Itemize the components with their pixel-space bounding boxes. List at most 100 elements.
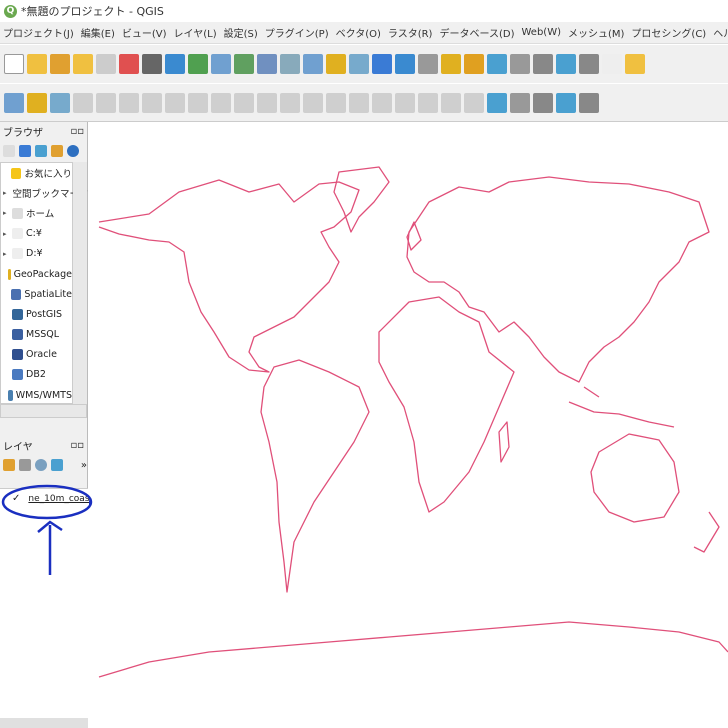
add-layer-icon[interactable] <box>3 145 15 157</box>
toolbar-button-icon[interactable] <box>142 92 162 113</box>
toolbar-button-icon[interactable] <box>418 92 438 113</box>
expand-arrow-icon[interactable]: ▸ <box>3 250 9 258</box>
toolbar-button-icon[interactable] <box>326 92 346 113</box>
browser-item[interactable]: Oracle <box>1 345 72 365</box>
map-canvas[interactable] <box>89 122 728 718</box>
toolbar-button-icon[interactable] <box>303 92 323 113</box>
toolbar-button-icon[interactable] <box>464 92 484 113</box>
toolbar-button-icon[interactable] <box>441 92 461 113</box>
browser-item[interactable]: SpatiaLite <box>1 284 72 304</box>
menu-item[interactable]: ラスタ(R) <box>388 25 433 40</box>
toolbar-button-icon[interactable] <box>234 54 254 74</box>
toolbar-button-icon[interactable] <box>211 92 231 113</box>
browser-item[interactable]: ▸ C:¥ <box>1 224 72 244</box>
toolbar-button-icon[interactable] <box>349 92 369 113</box>
browser-item[interactable]: ▸ D:¥ <box>1 244 72 264</box>
browser-item[interactable]: PostGIS <box>1 304 72 324</box>
toolbar-button-icon[interactable] <box>96 54 116 74</box>
toolbar-button-icon[interactable] <box>96 92 116 113</box>
toolbar-button-icon[interactable] <box>280 92 300 113</box>
expand-arrow-icon[interactable]: ▸ <box>3 230 9 238</box>
menu-item[interactable]: データベース(D) <box>439 25 514 40</box>
toolbar-button-icon[interactable] <box>73 92 93 113</box>
filter-icon[interactable] <box>50 459 63 471</box>
toolbar-button-icon[interactable] <box>349 54 369 74</box>
toolbar-button-icon[interactable] <box>464 54 484 74</box>
menu-item[interactable]: 設定(S) <box>224 25 258 40</box>
toolbar-button-icon[interactable] <box>510 92 530 113</box>
menu-item[interactable]: ベクタ(O) <box>336 25 381 40</box>
menu-item[interactable]: プラグイン(P) <box>265 25 329 40</box>
toolbar-button-icon[interactable] <box>73 54 93 74</box>
panel-float-close-icon[interactable]: ▫▫ <box>70 126 84 137</box>
toolbar-button-icon[interactable] <box>418 54 438 74</box>
menu-item[interactable]: プロセシング(C) <box>631 25 706 40</box>
browser-item[interactable]: ▸ 空間ブックマーク <box>1 183 89 203</box>
add-group-icon[interactable] <box>18 459 31 471</box>
toolbar-button-icon[interactable] <box>556 92 576 113</box>
toolbar-button-icon[interactable] <box>50 54 70 74</box>
panel-bottom-scrollbar[interactable] <box>0 718 88 728</box>
toolbar-button-icon[interactable] <box>579 54 599 74</box>
filter-icon[interactable] <box>35 145 47 157</box>
collapse-icon[interactable] <box>51 145 63 157</box>
toolbar-button-icon[interactable] <box>188 54 208 74</box>
browser-item[interactable]: ▸ ホーム <box>1 203 72 223</box>
toolbar-button-icon[interactable] <box>188 92 208 113</box>
menu-item[interactable]: メッシュ(M) <box>568 25 624 40</box>
toolbar-button-icon[interactable] <box>556 54 576 74</box>
toolbar-button-icon[interactable] <box>27 54 47 74</box>
toolbar-button-icon[interactable] <box>533 54 553 74</box>
menu-item[interactable]: ビュー(V) <box>122 25 167 40</box>
toolbar-button-icon[interactable] <box>4 54 24 74</box>
toolbar-button-icon[interactable] <box>165 54 185 74</box>
toolbar-button-icon[interactable] <box>487 92 507 113</box>
toolbar-button-icon[interactable] <box>280 54 300 74</box>
toolbar-button-icon[interactable] <box>326 54 346 74</box>
browser-item[interactable]: DB2 <box>1 365 72 385</box>
toolbar-button-icon[interactable] <box>234 92 254 113</box>
toolbar-button-icon[interactable] <box>165 92 185 113</box>
toolbar-button-icon[interactable] <box>372 92 392 113</box>
browser-item[interactable]: GeoPackage <box>1 264 72 284</box>
menu-item[interactable]: Web(W) <box>521 27 561 38</box>
menu-item[interactable]: 編集(E) <box>81 25 115 40</box>
toolbar-button-icon[interactable] <box>625 54 645 74</box>
toolbar-button-icon[interactable] <box>395 54 415 74</box>
toolbar-button-icon[interactable] <box>395 92 415 113</box>
browser-item[interactable]: MSSQL <box>1 325 72 345</box>
visibility-icon[interactable] <box>34 459 47 471</box>
menu-item[interactable]: ヘルプ(H) <box>713 25 728 40</box>
toolbar-button-icon[interactable] <box>211 54 231 74</box>
toolbar-button-icon[interactable] <box>50 92 70 113</box>
toolbar-button-icon[interactable] <box>441 54 461 74</box>
more-icon[interactable]: » <box>81 460 87 471</box>
toolbar-button-icon[interactable] <box>142 54 162 74</box>
browser-item[interactable]: WMS/WMTS <box>1 385 72 405</box>
info-icon[interactable] <box>67 145 79 157</box>
toolbar-button-icon[interactable] <box>257 92 277 113</box>
browser-horizontal-scrollbar[interactable] <box>0 404 87 418</box>
menu-item[interactable]: プロジェクト(J) <box>3 25 74 40</box>
toolbar-button-icon[interactable] <box>579 92 599 113</box>
toolbar-button-icon[interactable] <box>27 92 47 113</box>
style-icon[interactable] <box>3 459 15 471</box>
toolbar-button-icon[interactable] <box>4 92 24 113</box>
toolbar-button-icon[interactable] <box>602 54 622 74</box>
toolbar-button-icon[interactable] <box>533 92 553 113</box>
panel-float-close-icon[interactable]: ▫▫ <box>70 440 84 451</box>
toolbar-button-icon[interactable] <box>372 54 392 74</box>
expand-arrow-icon[interactable]: ▸ <box>3 209 9 217</box>
refresh-icon[interactable] <box>19 145 31 157</box>
menu-bar: プロジェクト(J) 編集(E) ビュー(V) レイヤ(L) 設定(S) プラグイン(P) ベ… <box>0 22 728 44</box>
browser-item[interactable]: お気に入り <box>1 163 72 183</box>
menu-item[interactable]: レイヤ(L) <box>174 25 217 40</box>
toolbar-button-icon[interactable] <box>257 54 277 74</box>
toolbar-button-icon[interactable] <box>303 54 323 74</box>
expand-arrow-icon[interactable]: ▸ <box>3 189 7 197</box>
toolbar-button-icon[interactable] <box>119 54 139 74</box>
toolbar-button-icon[interactable] <box>510 54 530 74</box>
browser-vertical-scrollbar[interactable] <box>73 162 87 404</box>
toolbar-button-icon[interactable] <box>119 92 139 113</box>
toolbar-button-icon[interactable] <box>487 54 507 74</box>
